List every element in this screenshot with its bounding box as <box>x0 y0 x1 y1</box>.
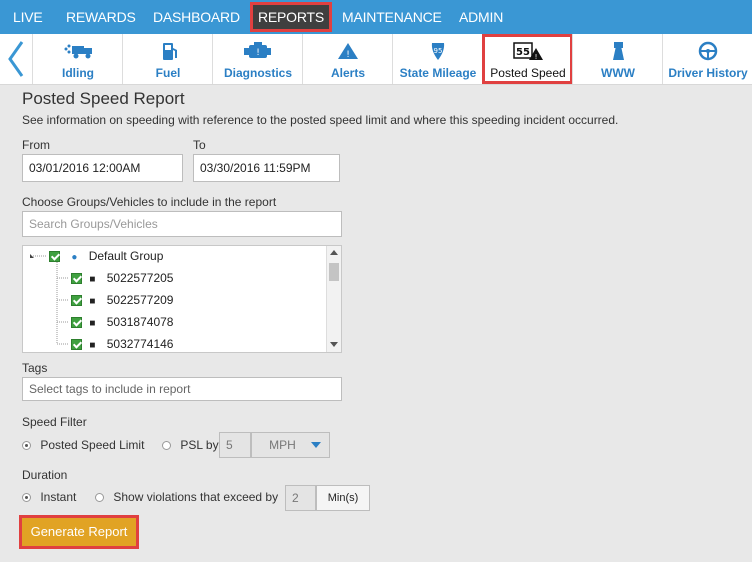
tab-state-mileage[interactable]: 95 State Mileage <box>392 34 483 84</box>
nav-live[interactable]: LIVE <box>13 0 43 34</box>
nav-rewards[interactable]: REWARDS <box>66 0 136 34</box>
tree-vehicle-row[interactable]: ■ 5031874078 <box>71 312 173 332</box>
tab-alerts[interactable]: ! Alerts <box>302 34 393 84</box>
tab-idling[interactable]: Idling <box>32 34 123 84</box>
tab-label: WWW <box>601 66 635 80</box>
posted-speed-radio[interactable]: Posted Speed Limit <box>22 438 144 452</box>
tab-www[interactable]: WWW <box>572 34 663 84</box>
from-label: From <box>22 138 50 152</box>
tree-vehicle-row[interactable]: ■ 5022577209 <box>71 290 173 310</box>
vehicle-id: 5032774146 <box>106 337 174 351</box>
car-icon: ■ <box>89 274 96 285</box>
checkbox-checked-icon[interactable] <box>49 251 60 263</box>
search-groups-input[interactable]: Search Groups/Vehicles <box>22 211 342 237</box>
radio-unselected-icon[interactable] <box>162 441 171 451</box>
group-icon: ● <box>71 252 78 263</box>
report-form: Posted Speed Report See information on s… <box>0 85 752 562</box>
tab-diagnostics[interactable]: ! Diagnostics <box>212 34 303 84</box>
radio-selected-icon[interactable] <box>22 493 31 503</box>
psl-unit-select[interactable]: MPH <box>251 432 330 458</box>
page-description: See information on speeding with referen… <box>22 113 619 127</box>
to-date-input[interactable]: 03/30/2016 11:59PM <box>193 154 340 182</box>
speed-filter-label: Speed Filter <box>22 415 87 429</box>
psl-value-input[interactable]: 5 <box>219 432 251 458</box>
group-vehicle-tree: ● Default Group ■ 5022577205 ■ 502257720… <box>22 245 342 353</box>
nav-maintenance[interactable]: MAINTENANCE <box>342 0 442 34</box>
shield-number: 95 <box>434 47 443 55</box>
vehicle-id: 5031874078 <box>106 315 174 329</box>
svg-text:!: ! <box>535 53 538 61</box>
speed-sign-icon: 55! <box>483 40 573 62</box>
tree-scrollbar[interactable] <box>326 246 341 352</box>
exceed-by-radio[interactable]: Show violations that exceed by <box>95 490 278 504</box>
steering-wheel-icon <box>663 40 752 62</box>
wrong-way-icon <box>573 40 663 62</box>
top-nav: LIVE REWARDS DASHBOARD REPORTS MAINTENAN… <box>0 0 752 34</box>
duration-value-input[interactable]: 2 <box>285 485 316 511</box>
tree-vehicle-row[interactable]: ■ 5032774146 <box>71 334 174 352</box>
tab-label: Fuel <box>155 66 181 80</box>
tags-input[interactable]: Select tags to include in report <box>22 377 342 401</box>
nav-admin[interactable]: ADMIN <box>459 0 503 34</box>
report-tabs: Idling Fuel ! Diagnostics ! Alerts 95 St… <box>0 34 752 85</box>
engine-icon: ! <box>213 40 303 62</box>
tab-driver-history[interactable]: Driver History <box>662 34 752 84</box>
nav-reports[interactable]: REPORTS <box>250 2 333 32</box>
svg-text:!: ! <box>346 50 350 60</box>
groups-label: Choose Groups/Vehicles to include in the… <box>22 195 277 209</box>
vehicle-id: 5022577205 <box>106 271 174 285</box>
tab-label: State Mileage <box>399 66 477 80</box>
group-name: Default Group <box>88 249 164 263</box>
tab-label: Posted Speed <box>490 66 566 80</box>
car-icon: ■ <box>89 296 96 307</box>
nav-dashboard[interactable]: DASHBOARD <box>153 0 240 34</box>
speed-sign-number: 55 <box>516 47 530 58</box>
radio-unselected-icon[interactable] <box>95 493 104 503</box>
duration-unit-label: Min(s) <box>316 485 370 511</box>
vehicle-id: 5022577209 <box>106 293 174 307</box>
car-icon: ■ <box>89 340 96 351</box>
instant-radio[interactable]: Instant <box>22 490 76 504</box>
car-icon: ■ <box>89 318 96 329</box>
tab-posted-speed[interactable]: 55! Posted Speed <box>482 34 573 84</box>
checkbox-checked-icon[interactable] <box>71 295 82 307</box>
checkbox-checked-icon[interactable] <box>71 317 82 329</box>
tab-label: Driver History <box>668 66 748 80</box>
page-title: Posted Speed Report <box>22 89 185 108</box>
tab-label: Diagnostics <box>223 66 292 80</box>
tree-vehicle-row[interactable]: ■ 5022577205 <box>71 268 173 288</box>
tab-label: Idling <box>62 66 94 80</box>
psl-by-radio[interactable]: PSL by <box>162 438 219 452</box>
generate-report-button[interactable]: Generate Report <box>19 515 139 549</box>
svg-text:!: ! <box>256 48 260 58</box>
radio-selected-icon[interactable] <box>22 441 31 451</box>
duration-label: Duration <box>22 468 68 482</box>
tab-label: Alerts <box>330 66 365 80</box>
to-label: To <box>193 138 206 152</box>
from-date-input[interactable]: 03/01/2016 12:00AM <box>22 154 183 182</box>
idling-truck-icon <box>33 40 123 62</box>
tags-label: Tags <box>22 361 48 375</box>
back-chevron-icon[interactable] <box>0 34 32 84</box>
alert-triangle-icon: ! <box>303 40 393 62</box>
tree-group-row[interactable]: ● Default Group <box>49 246 163 266</box>
tab-fuel[interactable]: Fuel <box>122 34 213 84</box>
checkbox-checked-icon[interactable] <box>71 273 82 285</box>
checkbox-checked-icon[interactable] <box>71 339 82 351</box>
chevron-down-icon <box>311 442 321 448</box>
interstate-shield-icon: 95 <box>393 40 483 62</box>
fuel-pump-icon <box>123 40 213 62</box>
